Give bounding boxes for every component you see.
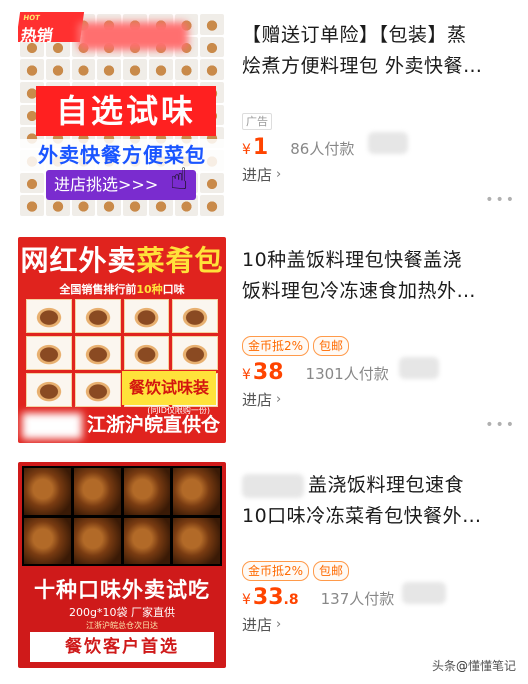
more-options-icon[interactable]: ••• — [485, 417, 516, 433]
price-row: ¥ 33 .8 137人付款 — [242, 582, 514, 612]
thumbnail-subtitle: 外卖快餐方便菜包 — [18, 139, 226, 171]
price: 38 — [252, 360, 284, 385]
ad-badge: 广告 — [242, 113, 272, 130]
thumbnail-headline: 网红外卖菜肴包 — [20, 244, 224, 277]
enter-shop-link[interactable]: 进店 › — [242, 162, 514, 186]
thumbnail-footer: 江浙沪皖直供仓 — [86, 414, 220, 436]
thumbnail-headline: 自选试味 — [36, 86, 216, 136]
sales-count: 86人付款 — [290, 140, 355, 158]
price-row: ¥ 38 1301人付款 — [242, 357, 514, 387]
pointer-hand-icon: ☝ — [170, 162, 189, 197]
blurred-location — [368, 132, 409, 154]
food-photo-grid — [22, 466, 222, 566]
promo-tags: 金币抵2% 包邮 — [242, 335, 514, 357]
free-shipping-tag: 包邮 — [313, 336, 350, 356]
chevron-right-icon: › — [276, 166, 282, 182]
blurred-location — [402, 582, 447, 604]
free-shipping-tag: 包邮 — [313, 561, 350, 581]
coin-discount-tag: 金币抵2% — [242, 336, 310, 356]
product-thumbnail[interactable]: 十种口味外卖试吃 200g*10袋 厂家直供 江浙沪皖总仓次日达 餐饮客户首选 — [18, 462, 226, 668]
enter-shop-link[interactable]: 进店 › — [242, 612, 514, 636]
product-card[interactable]: 十种口味外卖试吃 200g*10袋 厂家直供 江浙沪皖总仓次日达 餐饮客户首选 … — [0, 462, 528, 684]
enter-shop-link[interactable]: 进店 › — [242, 387, 514, 411]
watermark: 头条@懂懂笔记 — [431, 659, 516, 673]
product-thumbnail[interactable]: 网红外卖菜肴包 全国销售排行前10种口味 餐饮试味装 (同ID仅限购一份) 江浙… — [18, 237, 226, 443]
thumbnail-headline: 十种口味外卖试吃 — [34, 578, 210, 602]
product-title[interactable]: 【赠送订单险】【包装】蒸 烩煮方便料理包 外卖快餐… — [242, 20, 514, 82]
thumbnail-badge: 餐饮试味装 — [122, 371, 216, 405]
price: 1 — [252, 135, 269, 160]
chevron-right-icon: › — [276, 616, 282, 632]
blurred-region — [22, 413, 82, 439]
thumbnail-subtitle: 全国销售排行前10种口味 — [59, 283, 185, 296]
thumbnail-subtitle: 200g*10袋 厂家直供 — [69, 606, 175, 619]
thumbnail-note: 江浙沪皖总仓次日达 — [86, 621, 158, 630]
product-card[interactable]: HOT 热销 自选试味 外卖快餐方便菜包 进店挑选>>> ☝ 【赠送订单险】【包装… — [0, 12, 528, 234]
coin-discount-tag: 金币抵2% — [242, 561, 310, 581]
product-title[interactable]: 盖浇饭料理包速食 10口味冷冻菜肴包快餐外… — [242, 470, 514, 532]
product-thumbnail[interactable]: HOT 热销 自选试味 外卖快餐方便菜包 进店挑选>>> ☝ — [18, 12, 226, 218]
thumbnail-footer: 餐饮客户首选 — [30, 632, 214, 662]
blurred-shop-name — [78, 22, 188, 50]
sales-count: 137人付款 — [320, 590, 395, 608]
promo-tags: 金币抵2% 包邮 — [242, 560, 514, 582]
hot-badge: HOT 热销 — [18, 12, 85, 45]
sales-count: 1301人付款 — [305, 365, 389, 383]
chevron-right-icon: › — [276, 391, 282, 407]
blurred-location — [398, 357, 439, 379]
blurred-title-prefix — [242, 473, 304, 498]
price-row: ¥ 1 86人付款 — [242, 132, 514, 162]
more-options-icon[interactable]: ••• — [485, 192, 516, 208]
product-card[interactable]: 网红外卖菜肴包 全国销售排行前10种口味 餐饮试味装 (同ID仅限购一份) 江浙… — [0, 237, 528, 459]
price: 33 — [252, 585, 284, 610]
product-title[interactable]: 10种盖饭料理包快餐盖浇 饭料理包冷冻速食加热外… — [242, 245, 514, 307]
